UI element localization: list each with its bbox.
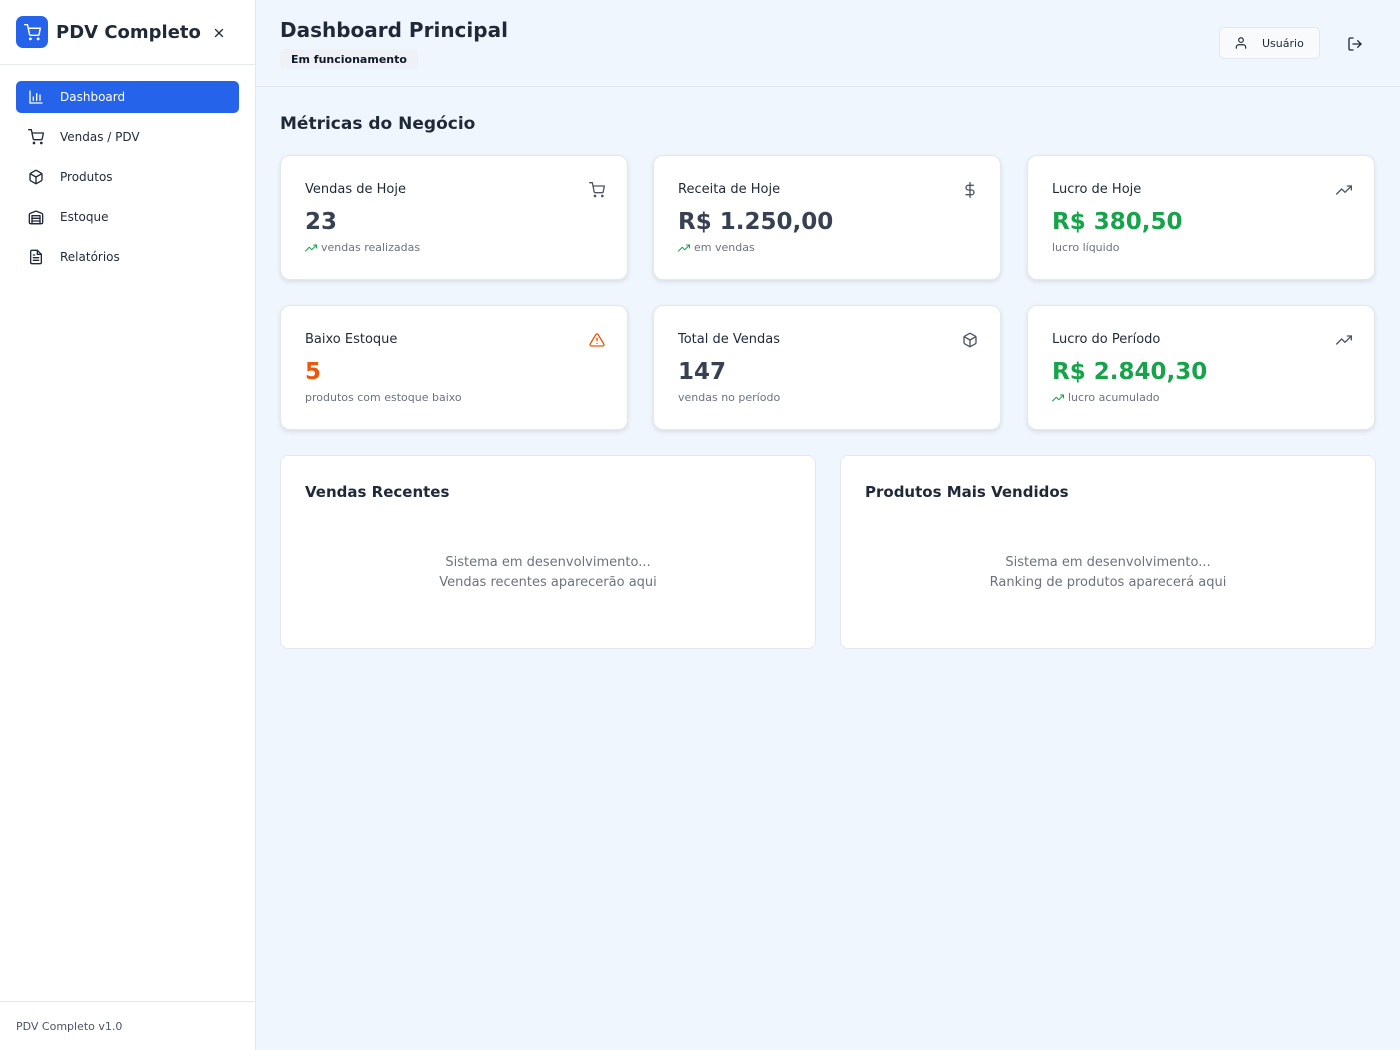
metric-card-lucro-periodo: Lucro do Período R$ 2.840,30 lucro acumu… xyxy=(1027,305,1375,430)
trending-up-icon xyxy=(1336,335,1352,345)
card-value: R$ 2.840,30 xyxy=(1052,359,1208,385)
file-text-icon xyxy=(30,249,42,265)
card-subtitle: lucro acumulado xyxy=(1052,391,1160,404)
warehouse-icon xyxy=(28,210,44,225)
card-title: Receita de Hoje xyxy=(678,182,781,197)
panel-vendas-recentes: Vendas Recentes Sistema em desenvolvimen… xyxy=(280,455,816,649)
dollar-icon xyxy=(965,182,975,198)
cart-icon xyxy=(16,16,48,48)
metric-card-baixo-estoque: Baixo Estoque 5 produtos com estoque bai… xyxy=(280,305,628,430)
panel-message-line: Vendas recentes aparecerão aqui xyxy=(439,575,657,590)
card-subtitle: lucro líquido xyxy=(1052,241,1119,254)
sidebar-item-vendas[interactable]: Vendas / PDV xyxy=(16,121,239,153)
card-subtitle: em vendas xyxy=(678,241,755,254)
trending-up-icon xyxy=(1336,185,1352,195)
card-title: Lucro do Período xyxy=(1052,332,1161,347)
sidebar: PDV Completo Dashboard Vendas / PDV Prod… xyxy=(0,0,256,1050)
panel-message-line: Sistema em desenvolvimento... xyxy=(445,555,651,570)
card-subtitle: vendas no período xyxy=(678,391,780,404)
card-subtitle-text: vendas realizadas xyxy=(321,241,421,254)
panel-empty-message: Sistema em desenvolvimento... Ranking de… xyxy=(841,553,1375,593)
sidebar-item-label: Relatórios xyxy=(60,250,120,264)
card-value: R$ 1.250,00 xyxy=(678,209,834,235)
card-value: 5 xyxy=(305,359,322,385)
panel-message-line: Sistema em desenvolvimento... xyxy=(1005,555,1211,570)
card-subtitle-text: produtos com estoque baixo xyxy=(305,391,462,404)
logout-icon[interactable] xyxy=(1342,31,1368,57)
panel-title: Vendas Recentes xyxy=(305,483,450,501)
cart-icon xyxy=(589,182,605,198)
card-title: Baixo Estoque xyxy=(305,332,398,347)
sidebar-item-dashboard[interactable]: Dashboard xyxy=(16,81,239,113)
sidebar-item-label: Estoque xyxy=(60,210,109,224)
sidebar-item-label: Vendas / PDV xyxy=(60,130,140,144)
status-badge: Em funcionamento xyxy=(280,49,418,69)
card-subtitle-text: em vendas xyxy=(694,241,755,254)
metric-card-lucro-hoje: Lucro de Hoje R$ 380,50 lucro líquido xyxy=(1027,155,1375,280)
trending-up-icon xyxy=(305,244,317,251)
section-title: Métricas do Negócio xyxy=(280,114,476,134)
user-icon xyxy=(1235,37,1247,49)
cart-icon xyxy=(28,129,44,145)
card-value: R$ 380,50 xyxy=(1052,209,1183,235)
panel-message-line: Ranking de produtos aparecerá aqui xyxy=(989,575,1227,590)
sidebar-item-estoque[interactable]: Estoque xyxy=(16,201,239,233)
panel-produtos-mais-vendidos: Produtos Mais Vendidos Sistema em desenv… xyxy=(840,455,1376,649)
sidebar-item-label: Produtos xyxy=(60,170,113,184)
bar-chart-icon xyxy=(29,90,43,104)
package-icon xyxy=(29,169,43,185)
sidebar-footer: PDV Completo v1.0 xyxy=(0,1001,255,1050)
trending-up-icon xyxy=(1052,394,1064,401)
metric-card-receita-hoje: Receita de Hoje R$ 1.250,00 em vendas xyxy=(653,155,1001,280)
card-subtitle-text: lucro líquido xyxy=(1052,241,1120,254)
page-title: Dashboard Principal xyxy=(280,18,508,42)
card-subtitle: vendas realizadas xyxy=(305,241,420,254)
user-label: Usuário xyxy=(1262,36,1304,50)
sidebar-brand: PDV Completo xyxy=(0,0,255,65)
card-subtitle-text: lucro acumulado xyxy=(1068,391,1160,404)
user-button[interactable]: Usuário xyxy=(1219,27,1320,59)
card-value: 147 xyxy=(678,359,727,385)
sidebar-item-relatorios[interactable]: Relatórios xyxy=(16,241,239,273)
card-title: Lucro de Hoje xyxy=(1052,182,1142,197)
sidebar-nav: Dashboard Vendas / PDV Produtos Estoque … xyxy=(0,65,255,297)
sidebar-item-produtos[interactable]: Produtos xyxy=(16,161,239,193)
card-title: Vendas de Hoje xyxy=(305,182,406,197)
metric-card-vendas-hoje: Vendas de Hoje 23 vendas realizadas xyxy=(280,155,628,280)
card-value: 23 xyxy=(305,209,338,235)
alert-triangle-icon xyxy=(589,333,605,347)
trending-up-icon xyxy=(678,244,690,251)
package-icon xyxy=(963,332,977,348)
card-subtitle-text: vendas no período xyxy=(678,391,781,404)
close-icon[interactable] xyxy=(206,20,232,46)
metric-card-total-vendas: Total de Vendas 147 vendas no período xyxy=(653,305,1001,430)
page-header: Dashboard Principal Em funcionamento Usu… xyxy=(256,0,1400,87)
panel-empty-message: Sistema em desenvolvimento... Vendas rec… xyxy=(281,553,815,593)
card-title: Total de Vendas xyxy=(678,332,780,347)
panel-title: Produtos Mais Vendidos xyxy=(865,483,1069,501)
sidebar-item-label: Dashboard xyxy=(60,90,126,104)
card-subtitle: produtos com estoque baixo xyxy=(305,391,462,404)
brand-name: PDV Completo xyxy=(56,21,201,43)
